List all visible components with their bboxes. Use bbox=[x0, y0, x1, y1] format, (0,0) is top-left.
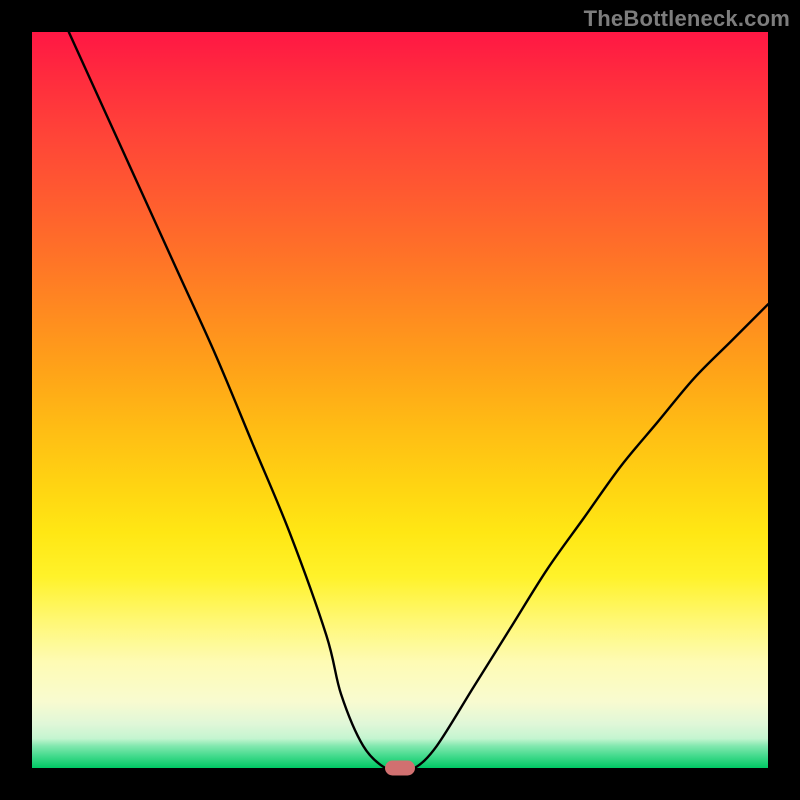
watermark-text: TheBottleneck.com bbox=[584, 6, 790, 32]
chart-frame: TheBottleneck.com bbox=[0, 0, 800, 800]
minimum-marker bbox=[385, 761, 415, 776]
bottleneck-curve bbox=[32, 32, 768, 768]
plot-area bbox=[32, 32, 768, 768]
